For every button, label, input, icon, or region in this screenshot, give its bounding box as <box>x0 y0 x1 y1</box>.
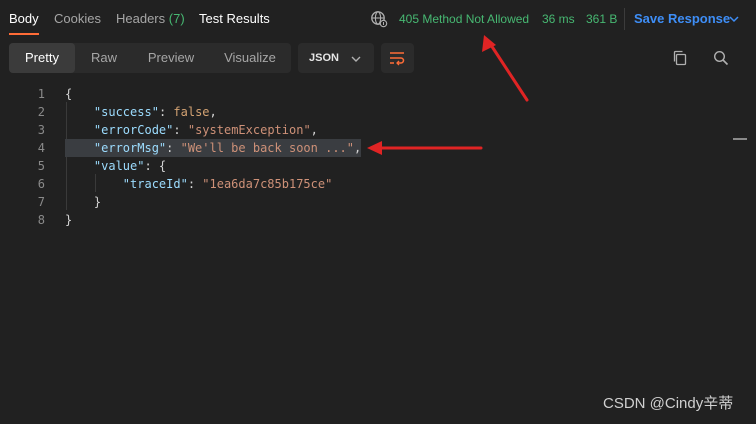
response-status[interactable]: 405 Method Not Allowed <box>399 12 529 26</box>
format-select-value: JSON <box>309 52 339 64</box>
response-size[interactable]: 361 B <box>586 12 617 26</box>
active-tab-indicator <box>9 33 39 35</box>
code-token: "1ea6da7c85b175ce" <box>202 177 333 191</box>
line-number: 4 <box>37 141 45 155</box>
code-token: : <box>166 141 181 155</box>
code-token: , <box>354 141 362 155</box>
code-token: "traceId" <box>122 177 188 191</box>
code-token: : <box>158 105 174 119</box>
view-raw-button[interactable]: Raw <box>75 43 133 73</box>
line-number: 6 <box>37 177 45 191</box>
view-preview-button[interactable]: Preview <box>133 43 209 73</box>
wrap-lines-icon <box>390 52 405 66</box>
tab-headers-label: Headers <box>116 11 166 26</box>
code-token: { <box>65 87 73 101</box>
code-token: : <box>173 123 188 137</box>
globe-network-icon[interactable] <box>370 10 388 28</box>
code-line[interactable]: 2 "success": false, <box>0 103 730 121</box>
code-line[interactable]: 4 "errorMsg": "We'll be back soon ...", <box>0 139 730 157</box>
save-response-button[interactable]: Save Response <box>634 11 730 27</box>
code-text: "success": false, <box>65 103 217 121</box>
code-text: } <box>65 211 72 229</box>
code-line[interactable]: 1{ <box>0 85 730 103</box>
code-token: "errorMsg" <box>93 141 167 155</box>
tab-test-results[interactable]: Test Results <box>199 11 270 27</box>
code-text: "errorMsg": "We'll be back soon ...", <box>65 139 362 157</box>
code-text: { <box>65 85 72 103</box>
view-pretty-button[interactable]: Pretty <box>9 43 75 73</box>
response-time[interactable]: 36 ms <box>542 12 575 26</box>
line-number: 1 <box>37 87 45 101</box>
code-text: "traceId": "1ea6da7c85b175ce" <box>65 175 333 193</box>
code-line[interactable]: 7 } <box>0 193 730 211</box>
wrap-lines-button[interactable] <box>381 43 414 73</box>
code-line[interactable]: 3 "errorCode": "systemException", <box>0 121 730 139</box>
line-number: 7 <box>37 195 45 209</box>
code-token: false <box>173 105 210 119</box>
tab-headers[interactable]: Headers (7) <box>116 11 185 27</box>
toolbar-divider <box>624 8 625 30</box>
code-token: } <box>65 213 73 227</box>
code-text: "errorCode": "systemException", <box>65 121 318 139</box>
line-number: 5 <box>37 159 45 173</box>
code-token: : { <box>144 159 167 173</box>
scrollbar-marker[interactable] <box>733 138 747 140</box>
code-line[interactable]: 5 "value": { <box>0 157 730 175</box>
watermark-text: CSDN @Cindy辛蒂 <box>603 395 734 412</box>
chevron-down-icon <box>351 56 361 62</box>
tab-body[interactable]: Body <box>9 11 39 27</box>
line-number: 2 <box>37 105 45 119</box>
code-token: "We'll be back soon ..." <box>180 141 354 155</box>
line-number: 3 <box>37 123 45 137</box>
response-body-editor[interactable]: 1{2 "success": false, 3 "errorCode": "sys… <box>0 84 756 424</box>
tab-cookies[interactable]: Cookies <box>54 11 101 27</box>
view-visualize-button[interactable]: Visualize <box>209 43 291 73</box>
code-token: } <box>65 195 102 209</box>
code-token: "errorCode" <box>93 123 174 137</box>
code-token: "value" <box>93 159 145 173</box>
code-line[interactable]: 6 "traceId": "1ea6da7c85b175ce" <box>0 175 730 193</box>
headers-count-badge: (7) <box>168 11 185 26</box>
view-mode-toggle: Pretty Raw Preview Visualize <box>9 43 291 73</box>
format-select[interactable]: JSON <box>298 43 374 73</box>
code-line[interactable]: 8} <box>0 211 730 229</box>
code-token: , <box>209 105 217 119</box>
code-text: "value": { <box>65 157 166 175</box>
code-token: "systemException" <box>187 123 311 137</box>
search-icon[interactable] <box>713 50 729 66</box>
code-text: } <box>65 193 101 211</box>
code-token: : <box>187 177 203 191</box>
response-tabs-bar: Body Cookies Headers (7) Test Results 40… <box>0 0 756 38</box>
chevron-down-icon[interactable] <box>728 13 740 25</box>
copy-icon[interactable] <box>672 50 688 66</box>
code-token: "success" <box>93 105 159 119</box>
code-token: , <box>310 123 318 137</box>
line-number: 8 <box>37 213 45 227</box>
